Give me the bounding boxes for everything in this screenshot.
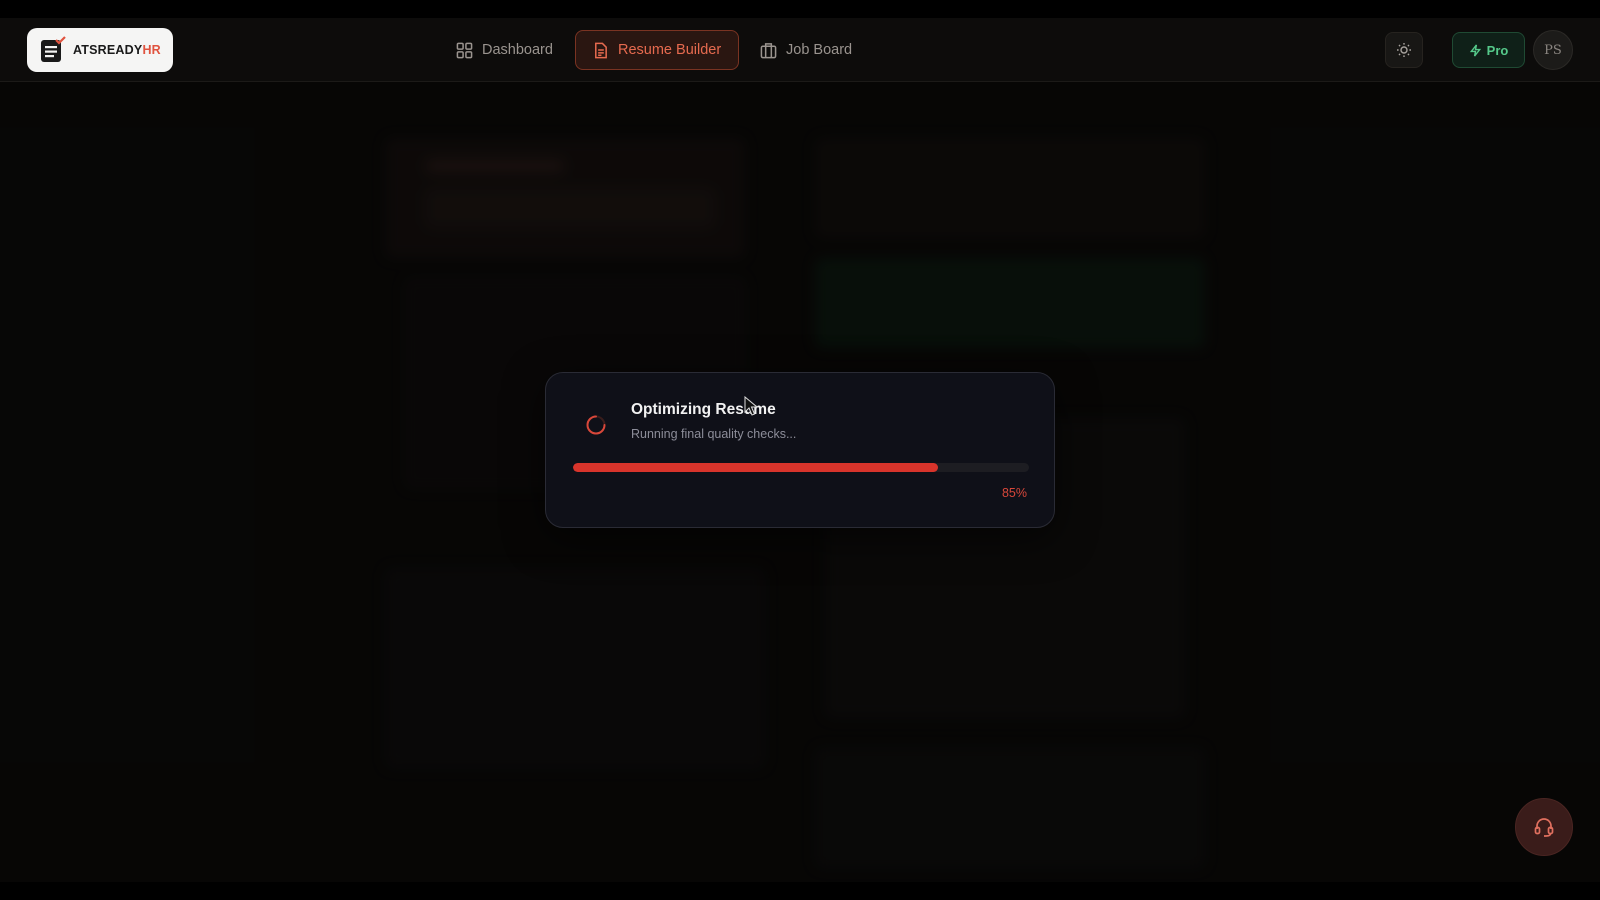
nav-dashboard-label: Dashboard bbox=[482, 42, 553, 58]
nav-resume-builder[interactable]: Resume Builder bbox=[575, 30, 739, 70]
document-icon bbox=[595, 42, 607, 58]
user-avatar[interactable]: PS bbox=[1533, 30, 1573, 70]
support-chat-button[interactable] bbox=[1515, 798, 1573, 856]
top-navbar: ATSREADYHR Dashboard Resume Builder Job … bbox=[0, 18, 1600, 82]
progress-bar-fill bbox=[573, 463, 938, 472]
app-window: ATSREADYHR Dashboard Resume Builder Job … bbox=[0, 18, 1600, 882]
pro-label: Pro bbox=[1486, 42, 1509, 58]
nav-resume-builder-label: Resume Builder bbox=[618, 42, 722, 58]
lightning-icon bbox=[1469, 43, 1481, 57]
pro-upgrade-button[interactable]: Pro bbox=[1452, 32, 1525, 68]
headset-icon bbox=[1534, 818, 1554, 837]
dashboard-grid-icon bbox=[456, 42, 473, 58]
nav-job-board-label: Job Board bbox=[786, 42, 853, 58]
theme-toggle-button[interactable] bbox=[1385, 32, 1423, 68]
nav-dashboard[interactable]: Dashboard bbox=[440, 30, 569, 70]
mouse-cursor-icon bbox=[744, 396, 758, 416]
optimizing-progress-modal: Optimizing Resume Running final quality … bbox=[545, 372, 1055, 528]
sun-icon bbox=[1397, 43, 1411, 57]
modal-subtitle: Running final quality checks... bbox=[631, 427, 797, 441]
nav-job-board[interactable]: Job Board bbox=[744, 30, 868, 70]
loading-spinner-icon bbox=[586, 415, 606, 435]
briefcase-icon bbox=[760, 42, 777, 58]
avatar-initials: PS bbox=[1544, 42, 1562, 58]
main-nav: Dashboard Resume Builder Job Board bbox=[0, 30, 1600, 70]
progress-bar bbox=[573, 463, 1029, 472]
progress-percent-label: 85% bbox=[1001, 486, 1027, 500]
